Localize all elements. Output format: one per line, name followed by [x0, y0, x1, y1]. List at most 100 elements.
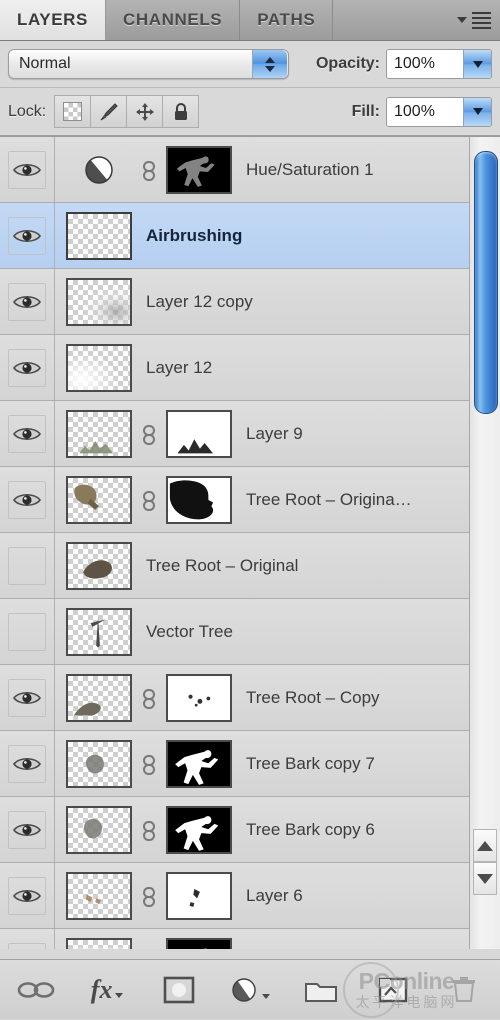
visibility-box[interactable]: [8, 216, 46, 255]
layer-row[interactable]: Hue/Saturation 1: [0, 137, 469, 203]
layer-name[interactable]: Tree Root – Original: [132, 556, 298, 576]
layer-visibility-toggle[interactable]: [0, 665, 55, 730]
visibility-box[interactable]: [8, 414, 46, 453]
layer-name[interactable]: Tree Bark copy 7: [232, 754, 375, 774]
tab-paths[interactable]: PATHS: [240, 0, 334, 40]
adjustment-layer-thumbnail[interactable]: [66, 151, 132, 189]
layer-mask-thumbnail[interactable]: [166, 673, 232, 722]
layer-name[interactable]: Hue/Saturation 1: [232, 160, 374, 180]
scrollbar-thumb[interactable]: [474, 151, 498, 414]
visibility-box[interactable]: [8, 282, 46, 321]
layer-mask-thumbnail[interactable]: [166, 937, 232, 949]
layer-thumbnail[interactable]: [66, 937, 132, 949]
layer-visibility-toggle[interactable]: [0, 929, 55, 949]
link-chain-icon[interactable]: [140, 750, 158, 778]
mask-link-toggle[interactable]: [132, 816, 166, 844]
layer-row[interactable]: Layer 9: [0, 401, 469, 467]
fill-value[interactable]: 100%: [387, 97, 463, 126]
layer-thumbnail[interactable]: [66, 277, 132, 326]
mask-link-toggle[interactable]: [132, 156, 166, 184]
add-layer-mask-button[interactable]: [143, 960, 214, 1020]
layer-mask-thumbnail[interactable]: [166, 145, 232, 194]
link-chain-icon[interactable]: [140, 882, 158, 910]
layer-mask-thumbnail[interactable]: [166, 409, 232, 458]
layer-name[interactable]: Tree Bark copy 6: [232, 820, 375, 840]
layer-row[interactable]: Tree Root – Origina…: [0, 467, 469, 533]
layer-thumbnail[interactable]: [66, 871, 132, 920]
visibility-box[interactable]: [8, 678, 46, 717]
layer-style-button[interactable]: fx: [71, 960, 142, 1020]
new-group-button[interactable]: [286, 960, 357, 1020]
layer-row[interactable]: Tree Bark copy 7: [0, 731, 469, 797]
mask-link-toggle[interactable]: [132, 486, 166, 514]
link-chain-icon[interactable]: [140, 420, 158, 448]
visibility-box[interactable]: [8, 744, 46, 783]
layer-thumbnail[interactable]: [66, 343, 132, 392]
visibility-box[interactable]: [8, 876, 46, 915]
layer-visibility-toggle[interactable]: [0, 533, 55, 598]
layer-name[interactable]: Layer 12 copy: [132, 292, 253, 312]
link-layers-button[interactable]: [0, 960, 71, 1020]
link-chain-icon[interactable]: [140, 684, 158, 712]
mask-link-toggle[interactable]: [132, 420, 166, 448]
layer-mask-thumbnail[interactable]: [166, 475, 232, 524]
layer-name[interactable]: Airbrushing: [132, 226, 242, 246]
link-chain-icon[interactable]: [140, 486, 158, 514]
visibility-box[interactable]: [8, 150, 46, 189]
opacity-dropdown-arrow-icon[interactable]: [463, 50, 491, 78]
layer-mask-thumbnail[interactable]: [166, 871, 232, 920]
layer-visibility-toggle[interactable]: [0, 467, 55, 532]
mask-link-toggle[interactable]: [132, 750, 166, 778]
layer-name[interactable]: Layer 9: [232, 424, 303, 444]
layer-name[interactable]: Layer 12: [132, 358, 212, 378]
scroll-up-arrow-icon[interactable]: [473, 829, 497, 862]
visibility-box[interactable]: [8, 810, 46, 849]
layer-thumbnail[interactable]: [66, 673, 132, 722]
blend-mode-select[interactable]: Normal: [8, 49, 289, 79]
layer-row[interactable]: Vector Tree: [0, 599, 469, 665]
layer-visibility-toggle[interactable]: [0, 797, 55, 862]
layer-thumbnail[interactable]: [66, 739, 132, 788]
blend-mode-stepper-icon[interactable]: [252, 50, 287, 78]
layer-visibility-toggle[interactable]: [0, 731, 55, 796]
tab-layers[interactable]: LAYERS: [0, 0, 106, 40]
layer-visibility-toggle[interactable]: [0, 599, 55, 664]
layer-row[interactable]: Layer 12: [0, 335, 469, 401]
layer-row[interactable]: Layer 12 copy: [0, 269, 469, 335]
opacity-field[interactable]: 100%: [386, 49, 492, 79]
layer-visibility-toggle[interactable]: [0, 863, 55, 928]
new-adjustment-layer-button[interactable]: [214, 960, 285, 1020]
visibility-box[interactable]: [8, 546, 46, 585]
lock-image-pixels-button[interactable]: [90, 95, 128, 128]
layer-name[interactable]: Vector Tree: [132, 622, 233, 642]
layer-row[interactable]: [0, 929, 469, 949]
layer-thumbnail[interactable]: [66, 607, 132, 656]
lock-position-button[interactable]: [126, 95, 164, 128]
layer-list-scrollbar[interactable]: [469, 137, 500, 949]
layer-row[interactable]: Tree Bark copy 6: [0, 797, 469, 863]
visibility-box[interactable]: [8, 942, 46, 949]
layer-row[interactable]: Tree Root – Copy: [0, 665, 469, 731]
layer-visibility-toggle[interactable]: [0, 401, 55, 466]
visibility-box[interactable]: [8, 348, 46, 387]
opacity-value[interactable]: 100%: [387, 50, 463, 78]
layer-visibility-toggle[interactable]: [0, 137, 55, 202]
layer-row[interactable]: Airbrushing: [0, 203, 469, 269]
fill-dropdown-arrow-icon[interactable]: [463, 97, 491, 126]
layer-visibility-toggle[interactable]: [0, 269, 55, 334]
layer-mask-thumbnail[interactable]: [166, 739, 232, 788]
delete-layer-button[interactable]: [429, 960, 500, 1020]
layer-thumbnail[interactable]: [66, 409, 132, 458]
mask-link-toggle[interactable]: [132, 882, 166, 910]
layer-thumbnail[interactable]: [66, 805, 132, 854]
layer-visibility-toggle[interactable]: [0, 335, 55, 400]
scroll-down-arrow-icon[interactable]: [473, 862, 497, 895]
layer-row[interactable]: Tree Root – Original: [0, 533, 469, 599]
panel-menu-button[interactable]: [457, 0, 500, 40]
layer-name[interactable]: Layer 6: [232, 886, 303, 906]
layer-thumbnail[interactable]: [66, 541, 132, 590]
mask-link-toggle[interactable]: [132, 684, 166, 712]
mask-link-toggle[interactable]: [132, 948, 166, 950]
tab-channels[interactable]: CHANNELS: [106, 0, 241, 40]
link-chain-icon[interactable]: [140, 156, 158, 184]
